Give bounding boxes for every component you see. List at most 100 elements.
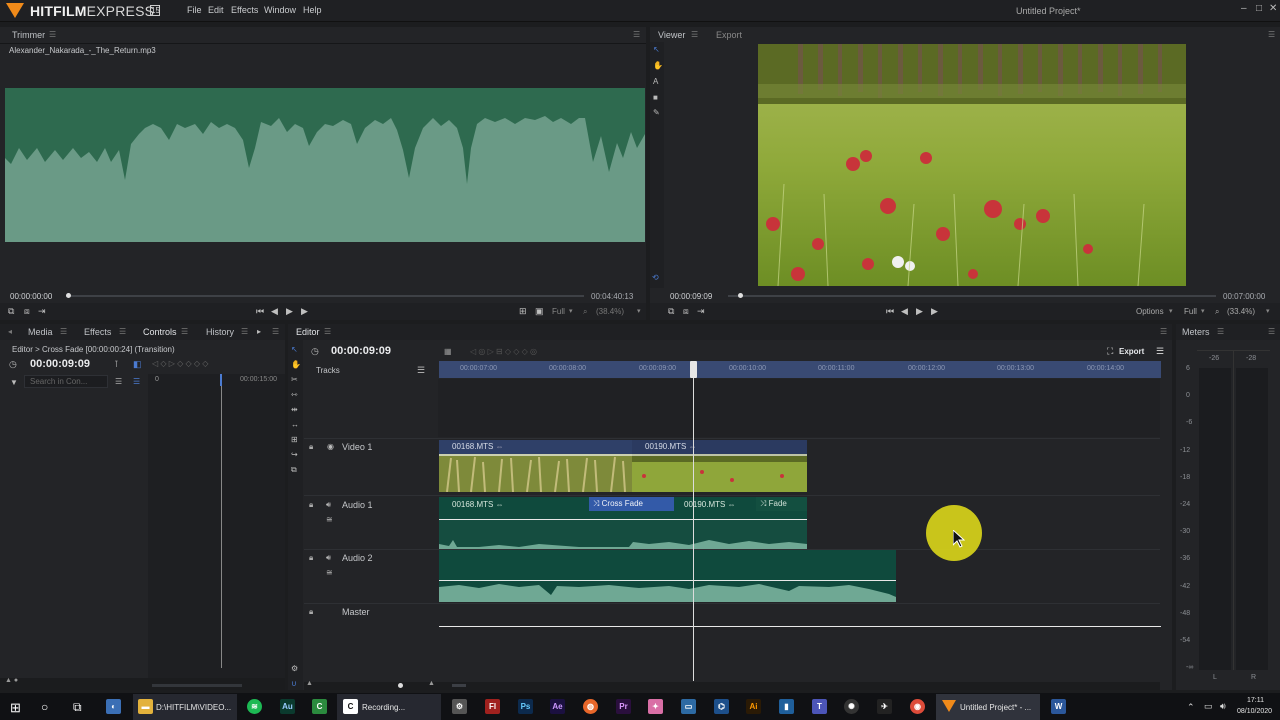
tab-meters[interactable]: Meters bbox=[1182, 327, 1210, 337]
transition-fade[interactable]: ⤨ Fade bbox=[756, 497, 807, 511]
minimize-icon[interactable]: – bbox=[1241, 3, 1247, 14]
meters-options-icon[interactable]: ☰ bbox=[1268, 327, 1275, 336]
photoshop-icon[interactable]: Ps bbox=[518, 699, 533, 714]
step-back-icon[interactable]: ◀ bbox=[271, 306, 278, 317]
tab-effects[interactable]: Effects bbox=[84, 327, 111, 337]
safe-area-icon[interactable]: ⊞ bbox=[519, 306, 527, 317]
clip-video-00168-thumb[interactable] bbox=[439, 454, 632, 492]
waveform-toggle-icon[interactable]: ≅ bbox=[326, 515, 333, 524]
prev-keyframe-icon[interactable]: ◁ ◇ ▷ ◇ ◇ ◇ ◇ bbox=[152, 359, 208, 368]
lock-icon[interactable]: 🔒︎ bbox=[309, 553, 313, 563]
tab-viewer[interactable]: Viewer bbox=[658, 30, 685, 40]
tab-trimmer[interactable]: Trimmer bbox=[12, 30, 45, 40]
firefox-icon[interactable]: ◍ bbox=[583, 699, 598, 714]
after-effects-icon[interactable]: Ae bbox=[550, 699, 565, 714]
snap-tool-icon[interactable]: ⧉ bbox=[291, 465, 297, 475]
waveform-toggle-icon[interactable]: ≅ bbox=[326, 568, 333, 577]
tab-export[interactable]: Export bbox=[716, 30, 742, 40]
eye-icon[interactable]: ◉ bbox=[327, 442, 334, 451]
snapshot-icon[interactable]: ▣ bbox=[535, 306, 544, 317]
list-icon[interactable]: ☰ bbox=[1156, 346, 1164, 357]
ripple-tool-icon[interactable]: ⊞ bbox=[291, 435, 298, 444]
filmora-icon[interactable]: Fl bbox=[485, 699, 500, 714]
overlay-icon[interactable]: ⧈ bbox=[24, 306, 30, 317]
render-icon[interactable]: ▦ bbox=[444, 347, 452, 356]
play-icon[interactable]: ▶ bbox=[301, 306, 308, 317]
menu-window[interactable]: Window bbox=[264, 5, 296, 15]
toggle-icon[interactable]: ◧ bbox=[133, 359, 142, 370]
timeline-scrollbar[interactable] bbox=[452, 684, 466, 687]
controls-menu-icon[interactable]: ☰ bbox=[181, 327, 188, 336]
editor-menu-icon[interactable]: ☰ bbox=[324, 327, 331, 336]
history-menu-icon[interactable]: ☰ bbox=[241, 327, 248, 336]
teams-icon[interactable]: T bbox=[812, 699, 827, 714]
trimmer-scrub-bar[interactable] bbox=[66, 295, 584, 297]
clock-date[interactable]: 08/10/2020 bbox=[1237, 708, 1272, 715]
zoom-slider-icon[interactable]: ▲ bbox=[306, 680, 313, 687]
chevron-down-icon[interactable]: ▾ bbox=[1266, 307, 1270, 315]
clip-video-00190[interactable]: 00190.MTS ⇔ bbox=[632, 440, 807, 454]
word-icon[interactable]: W bbox=[1051, 699, 1066, 714]
viewer-menu-icon[interactable]: ☰ bbox=[691, 30, 698, 39]
editor-export-button[interactable]: Export bbox=[1119, 347, 1144, 356]
chevron-up-icon[interactable]: ⌃ bbox=[1187, 702, 1195, 713]
close-icon[interactable]: ✕ bbox=[1269, 3, 1277, 14]
mask-tool-icon[interactable]: ■ bbox=[653, 93, 658, 102]
editor-options-icon[interactable]: ☰ bbox=[1160, 327, 1167, 336]
trimmer-menu-icon[interactable]: ☰ bbox=[49, 30, 56, 39]
slide-tool-icon[interactable]: ⇹ bbox=[291, 405, 298, 414]
clock-time[interactable]: 17:11 bbox=[1247, 697, 1264, 704]
panel-options-icon[interactable]: ☰ bbox=[272, 327, 279, 336]
controls-playhead-handle[interactable] bbox=[220, 374, 222, 386]
meters-menu-icon[interactable]: ☰ bbox=[1217, 327, 1224, 336]
playhead-handle[interactable] bbox=[690, 361, 697, 378]
trimmer-waveform[interactable] bbox=[5, 88, 645, 242]
lock-icon[interactable]: 🔒︎ bbox=[309, 500, 313, 510]
insert-icon[interactable]: ⧉ bbox=[8, 306, 14, 317]
step-forward-icon[interactable]: ▶ bbox=[286, 306, 293, 317]
audio-1-waveform[interactable] bbox=[439, 520, 807, 549]
vscode-icon[interactable]: ⌬ bbox=[714, 699, 729, 714]
menu-help[interactable]: Help bbox=[303, 5, 322, 15]
zoom-handle[interactable] bbox=[398, 683, 403, 688]
clip-video-00168[interactable]: 00168.MTS ⇔ bbox=[439, 440, 632, 454]
network-icon[interactable]: ▭ bbox=[1204, 701, 1213, 712]
paint-icon[interactable]: ✦ bbox=[648, 699, 663, 714]
viewer-quality[interactable]: Full bbox=[1184, 307, 1197, 316]
viewer-options-icon[interactable]: ☰ bbox=[1268, 30, 1275, 39]
add-to-timeline-icon[interactable]: ⇥ bbox=[697, 306, 705, 317]
chevron-down-icon[interactable]: ▾ bbox=[1201, 307, 1205, 315]
text-tool-icon[interactable]: A bbox=[653, 77, 658, 86]
volume-icon[interactable]: 🔊︎ bbox=[1220, 701, 1226, 712]
add-to-timeline-icon[interactable]: ⇥ bbox=[38, 306, 46, 317]
speaker-icon[interactable]: 🔊︎ bbox=[326, 553, 331, 563]
effects-menu-icon[interactable]: ☰ bbox=[119, 327, 126, 336]
search-icon[interactable]: ○ bbox=[41, 700, 48, 714]
step-back-icon[interactable]: ◀ bbox=[901, 306, 908, 317]
trimmer-quality[interactable]: Full bbox=[552, 307, 565, 316]
skip-back-icon[interactable]: ⏮ bbox=[256, 306, 264, 317]
tab-controls[interactable]: Controls bbox=[143, 327, 177, 337]
pen-tool-icon[interactable]: ✎ bbox=[653, 108, 660, 117]
illustrator-icon[interactable]: Ai bbox=[746, 699, 761, 714]
viewer-scrub-bar[interactable] bbox=[728, 295, 1216, 297]
transition-cross-fade[interactable]: ⤨ Cross Fade bbox=[589, 497, 674, 511]
menu-edit[interactable]: Edit bbox=[208, 5, 224, 15]
tab-history[interactable]: History bbox=[206, 327, 234, 337]
razor-tool-icon[interactable]: ✂ bbox=[291, 375, 298, 384]
step-forward-icon[interactable]: ▶ bbox=[916, 306, 923, 317]
audition-icon[interactable]: Au bbox=[280, 699, 295, 714]
list-view-icon[interactable]: ☰ bbox=[115, 377, 122, 386]
chevron-down-icon[interactable]: ▾ bbox=[569, 307, 573, 315]
roll-tool-icon[interactable]: ↪ bbox=[291, 450, 298, 459]
play-icon[interactable]: ▶ bbox=[931, 306, 938, 317]
magnet-icon[interactable]: ∪ bbox=[291, 679, 297, 688]
export-icon[interactable]: ⛶ bbox=[1107, 346, 1113, 357]
hand-tool-icon[interactable]: ✋ bbox=[653, 61, 663, 70]
search-icon[interactable]: ⌕ bbox=[1215, 307, 1219, 317]
chevron-right-icon[interactable]: ▸ bbox=[257, 327, 261, 336]
skip-back-icon[interactable]: ⏮ bbox=[886, 306, 894, 317]
menu-effects[interactable]: Effects bbox=[231, 5, 258, 15]
pin-icon[interactable]: ⊺ bbox=[114, 359, 119, 370]
list-view-active-icon[interactable]: ☰ bbox=[133, 377, 140, 386]
